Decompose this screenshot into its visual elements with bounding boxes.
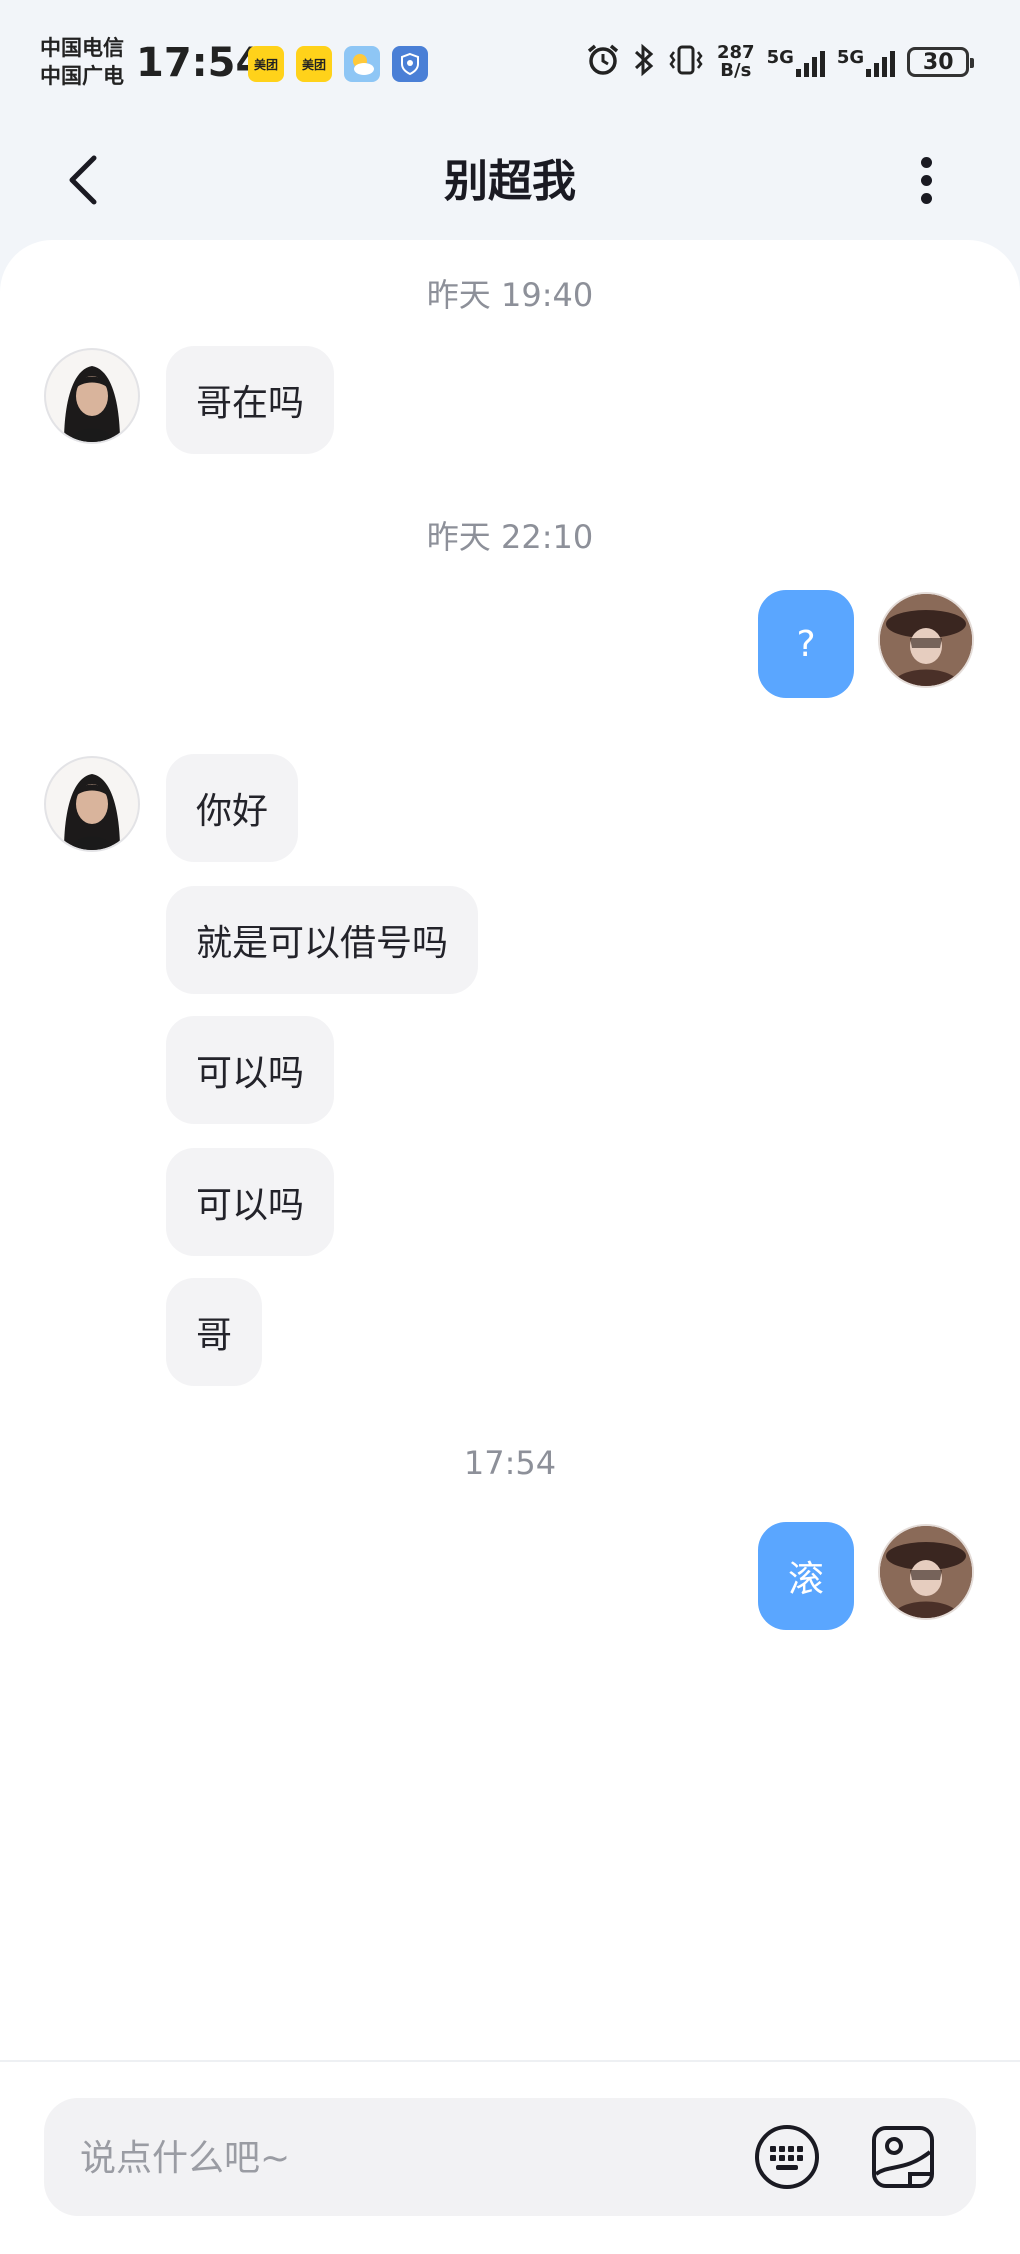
keyboard-button[interactable] bbox=[754, 2124, 820, 2190]
meituan-icon: 美团 bbox=[248, 46, 284, 82]
message-input-box[interactable] bbox=[44, 2098, 976, 2216]
contact-avatar[interactable] bbox=[44, 756, 140, 852]
system-icons: 287 B/s 5G 5G 30 bbox=[585, 42, 975, 82]
notification-icons: 美团 美团 bbox=[248, 46, 428, 82]
message-input[interactable] bbox=[78, 2120, 682, 2196]
status-time: 17:54 bbox=[136, 40, 264, 86]
status-bar: 中国电信 中国广电 17:54 美团 美团 287 B/s 5G 5G 30 bbox=[0, 0, 1020, 120]
weather-icon bbox=[344, 46, 380, 82]
more-dot bbox=[920, 192, 932, 204]
battery-level: 30 bbox=[922, 49, 954, 75]
carrier-2: 中国广电 bbox=[40, 64, 124, 88]
chat-panel: 昨天 19:40 哥在吗 昨天 22:10 ? 你好 就是可以借号吗 可以吗 可… bbox=[0, 240, 1020, 2060]
incoming-message[interactable]: 就是可以借号吗 bbox=[166, 886, 479, 994]
input-bar bbox=[0, 2060, 1020, 2254]
network-speed: 287 B/s bbox=[717, 44, 755, 80]
outgoing-message[interactable]: 滚 bbox=[758, 1522, 854, 1630]
carrier-info: 中国电信 中国广电 bbox=[40, 34, 124, 90]
sim2-network-type: 5G bbox=[836, 47, 865, 68]
contact-avatar[interactable] bbox=[44, 348, 140, 444]
keyboard-icon bbox=[755, 2125, 819, 2189]
message-timestamp: 17:54 bbox=[463, 1444, 557, 1482]
sim1-network-type: 5G bbox=[766, 47, 794, 68]
sim2-signal-icon: 5G bbox=[836, 47, 896, 77]
alarm-icon bbox=[585, 42, 621, 82]
battery-icon: 30 bbox=[907, 47, 975, 77]
user-avatar[interactable] bbox=[878, 1524, 974, 1620]
message-timestamp: 昨天 22:10 bbox=[426, 518, 594, 556]
incoming-message[interactable]: 可以吗 bbox=[166, 1148, 335, 1256]
security-app-icon bbox=[392, 46, 428, 82]
vibrate-icon bbox=[667, 42, 705, 82]
incoming-message[interactable]: 你好 bbox=[166, 754, 299, 862]
user-avatar[interactable] bbox=[878, 592, 974, 688]
chat-title: 别超我 bbox=[444, 156, 576, 207]
sticker-icon bbox=[872, 2126, 934, 2188]
incoming-message[interactable]: 可以吗 bbox=[166, 1016, 335, 1124]
bluetooth-icon bbox=[633, 42, 655, 82]
incoming-message[interactable]: 哥 bbox=[166, 1278, 263, 1386]
message-timestamp: 昨天 19:40 bbox=[426, 276, 594, 314]
meituan-icon: 美团 bbox=[296, 46, 332, 82]
sticker-button[interactable] bbox=[870, 2124, 936, 2190]
outgoing-message[interactable]: ? bbox=[758, 590, 854, 698]
more-dot bbox=[920, 156, 932, 168]
carrier-1: 中国电信 bbox=[40, 36, 124, 60]
incoming-message[interactable]: 哥在吗 bbox=[166, 346, 335, 454]
more-dot bbox=[920, 174, 932, 186]
more-options-button[interactable] bbox=[906, 150, 946, 210]
sim1-signal-icon: 5G bbox=[767, 47, 825, 77]
net-speed-unit: B/s bbox=[720, 60, 752, 81]
